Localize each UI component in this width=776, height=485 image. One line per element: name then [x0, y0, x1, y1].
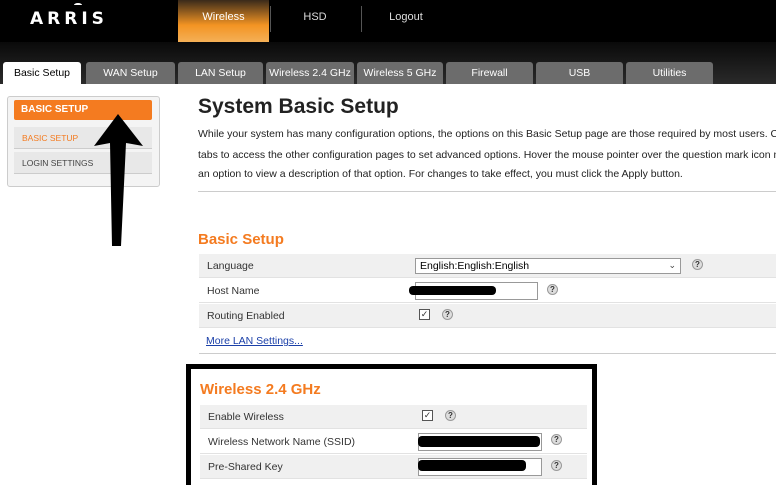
topnav-logout[interactable]: Logout — [364, 0, 448, 42]
tab-firewall[interactable]: Firewall — [446, 62, 533, 84]
language-label: Language — [207, 260, 254, 272]
question-mark-icon[interactable]: ? — [442, 309, 453, 320]
arris-logo: ARRIS — [30, 9, 108, 29]
intro-text: tabs to access the other configuration p… — [198, 149, 776, 161]
topnav-wireless[interactable]: Wireless — [178, 0, 269, 42]
topnav-hsd[interactable]: HSD — [275, 0, 355, 42]
topnav-divider — [270, 6, 271, 32]
host-name-label: Host Name — [207, 285, 260, 297]
intro-text: an option to view a description of that … — [198, 168, 683, 180]
tab-wireless-5[interactable]: Wireless 5 GHz — [357, 62, 443, 84]
tab-wan-setup[interactable]: WAN Setup — [86, 62, 175, 84]
intro-text: While your system has many configuration… — [198, 128, 776, 140]
topnav-divider — [361, 6, 362, 32]
divider — [199, 353, 776, 354]
redaction-mark — [409, 286, 496, 295]
page-title: System Basic Setup — [198, 95, 399, 118]
tab-bar: Basic Setup WAN Setup LAN Setup Wireless… — [0, 42, 776, 84]
more-lan-settings-link[interactable]: More LAN Settings... — [206, 335, 303, 347]
tab-basic-setup[interactable]: Basic Setup — [3, 62, 81, 84]
tab-usb[interactable]: USB — [536, 62, 623, 84]
logo-arc — [74, 3, 82, 7]
language-value: English:English:English — [420, 260, 530, 272]
question-mark-icon[interactable]: ? — [547, 284, 558, 295]
routing-enabled-label: Routing Enabled — [207, 310, 285, 322]
tab-lan-setup[interactable]: LAN Setup — [178, 62, 263, 84]
section-title-basic-setup: Basic Setup — [198, 231, 284, 248]
question-mark-icon[interactable]: ? — [692, 259, 703, 270]
annotation-arrow-icon — [94, 114, 143, 246]
row-routing-enabled: Routing Enabled — [199, 304, 776, 328]
tab-utilities[interactable]: Utilities — [626, 62, 713, 84]
language-select[interactable]: English:English:English ⌄ — [415, 258, 681, 274]
top-bar: ARRIS Wireless HSD Logout — [0, 0, 776, 42]
dropdown-arrow-icon: ⌄ — [668, 260, 676, 270]
routing-enabled-checkbox[interactable]: ✓ — [419, 309, 430, 320]
divider — [198, 191, 776, 192]
annotation-highlight-box — [186, 364, 597, 485]
tab-wireless-24[interactable]: Wireless 2.4 GHz — [266, 62, 354, 84]
